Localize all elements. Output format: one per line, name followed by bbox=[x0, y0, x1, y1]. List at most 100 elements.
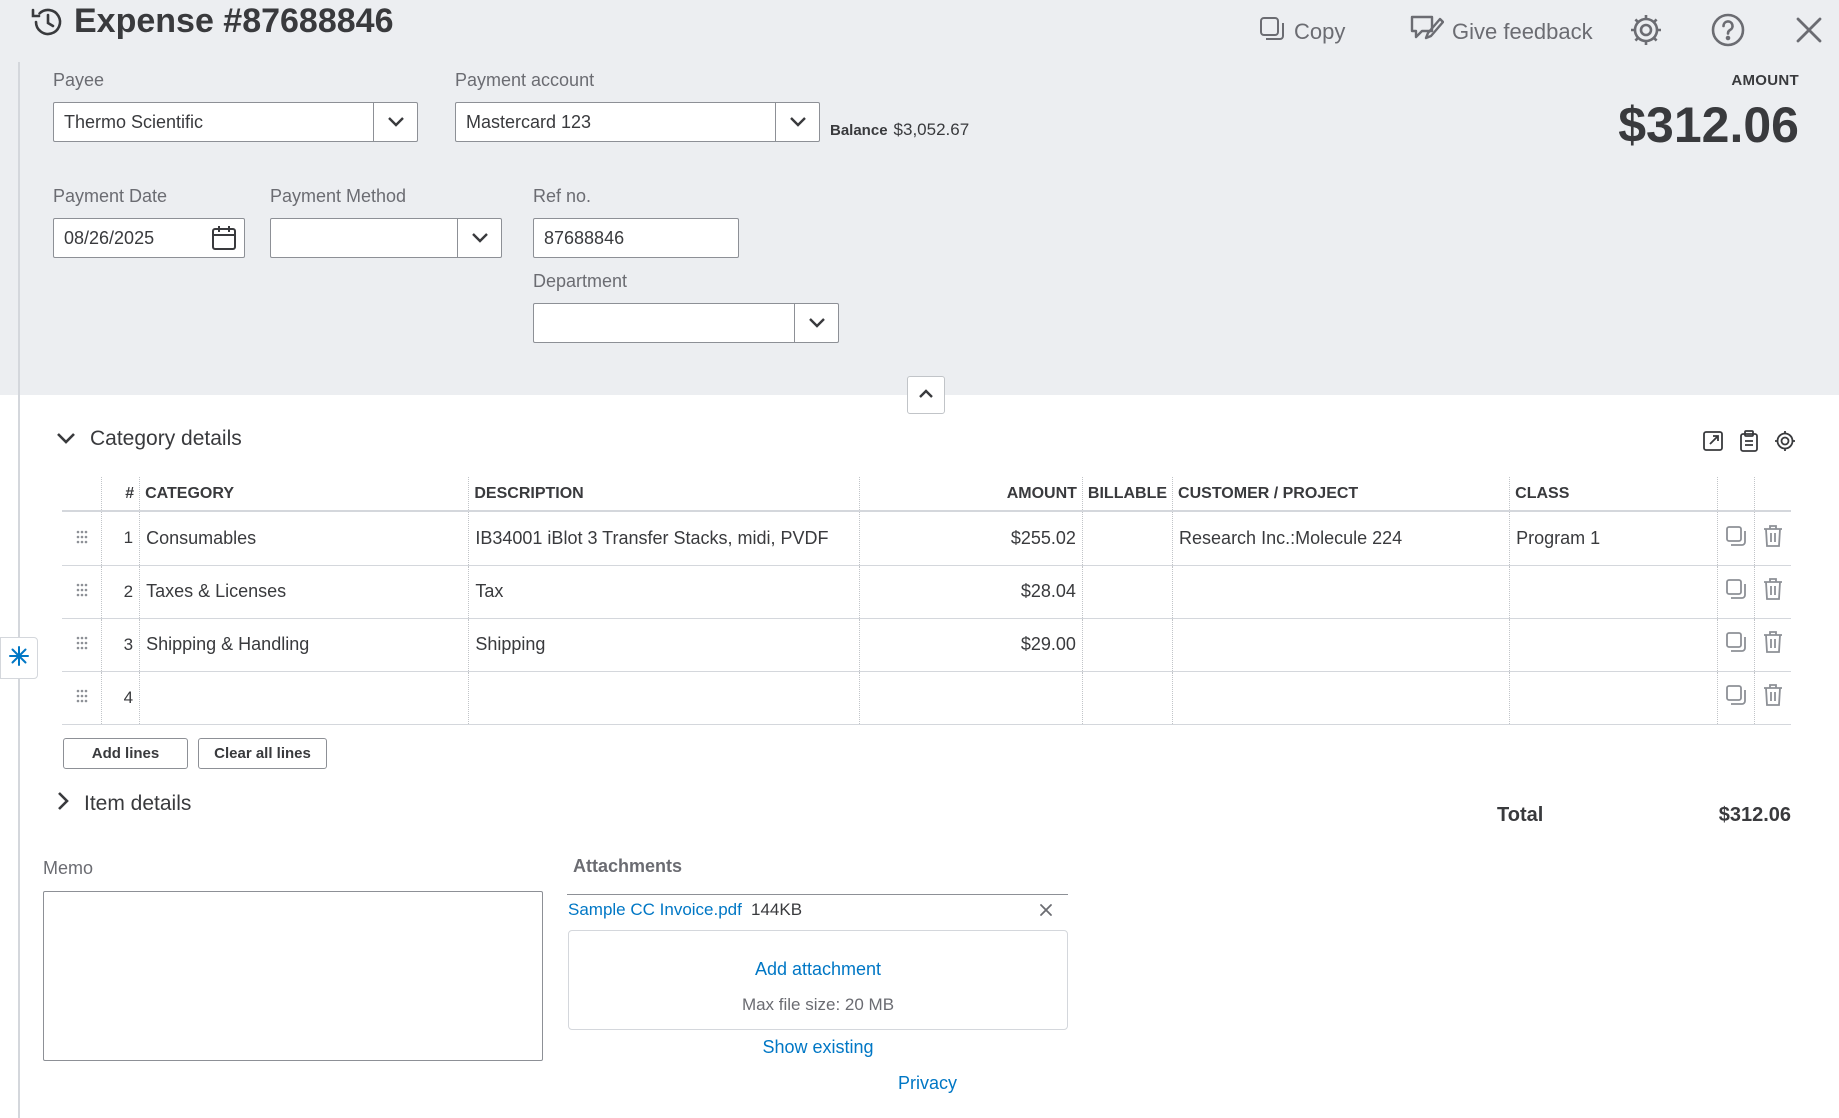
cell-class[interactable] bbox=[1509, 565, 1718, 619]
show-existing-link[interactable]: Show existing bbox=[568, 1037, 1068, 1058]
account-balance: Balance $3,052.67 bbox=[830, 120, 969, 140]
payment-account-value: Mastercard 123 bbox=[466, 111, 592, 132]
cell-class[interactable]: Program 1 bbox=[1509, 511, 1718, 566]
cell-category[interactable] bbox=[139, 671, 469, 725]
page-title: Expense #87688846 bbox=[74, 2, 394, 40]
cell-class[interactable] bbox=[1509, 618, 1718, 672]
close-icon[interactable] bbox=[1791, 12, 1827, 48]
table-row[interactable]: 4 bbox=[62, 671, 1791, 725]
attachments-divider bbox=[567, 894, 1068, 895]
category-details-toggle[interactable]: Category details bbox=[56, 427, 242, 451]
copy-row-icon[interactable] bbox=[1717, 671, 1755, 725]
remove-attachment-icon[interactable] bbox=[1036, 900, 1056, 920]
ref-no-input[interactable]: 87688846 bbox=[533, 218, 739, 258]
cell-amount[interactable] bbox=[858, 671, 1083, 725]
clear-all-lines-button[interactable]: Clear all lines bbox=[198, 738, 327, 769]
privacy-link[interactable]: Privacy bbox=[898, 1073, 957, 1094]
column-header-amount[interactable]: AMOUNT bbox=[858, 477, 1083, 512]
drag-handle-icon[interactable] bbox=[62, 565, 102, 619]
cell-customer-project[interactable] bbox=[1172, 618, 1510, 672]
cell-class[interactable] bbox=[1509, 671, 1718, 725]
payment-date-input[interactable]: 08/26/2025 bbox=[53, 218, 245, 258]
export-icon[interactable] bbox=[1700, 428, 1726, 454]
give-feedback-button[interactable]: Give feedback bbox=[1408, 14, 1593, 50]
cell-amount[interactable]: $28.04 bbox=[858, 565, 1083, 619]
payment-date-label: Payment Date bbox=[53, 186, 168, 206]
copy-button[interactable]: Copy bbox=[1258, 14, 1345, 50]
cell-amount[interactable]: $255.02 bbox=[858, 511, 1083, 566]
copy-row-icon[interactable] bbox=[1717, 618, 1755, 672]
add-lines-button[interactable]: Add lines bbox=[63, 738, 188, 769]
cell-description[interactable]: Shipping bbox=[468, 618, 860, 672]
cell-customer-project[interactable]: Research Inc.:Molecule 224 bbox=[1172, 511, 1510, 566]
chevron-down-icon bbox=[56, 427, 76, 451]
balance-value: $3,052.67 bbox=[893, 120, 970, 139]
drag-handle-icon[interactable] bbox=[62, 671, 102, 725]
cell-billable[interactable] bbox=[1081, 565, 1173, 619]
chevron-down-icon[interactable] bbox=[794, 304, 838, 342]
ref-no-label: Ref no. bbox=[533, 186, 592, 206]
side-assistant-button[interactable] bbox=[0, 637, 38, 679]
drag-handle-icon[interactable] bbox=[62, 618, 102, 672]
cell-description[interactable]: IB34001 iBlot 3 Transfer Stacks, midi, P… bbox=[468, 511, 860, 566]
sparkle-icon bbox=[8, 645, 30, 672]
column-header-number: # bbox=[101, 477, 140, 512]
copy-row-icon[interactable] bbox=[1717, 511, 1755, 566]
cell-customer-project[interactable] bbox=[1172, 565, 1510, 619]
chevron-down-icon[interactable] bbox=[457, 219, 501, 257]
gear-icon[interactable] bbox=[1628, 12, 1664, 48]
row-number: 3 bbox=[101, 618, 140, 672]
column-header-category[interactable]: CATEGORY bbox=[139, 477, 469, 512]
drag-handle-icon[interactable] bbox=[62, 511, 102, 566]
cell-description[interactable] bbox=[468, 671, 860, 725]
feedback-label: Give feedback bbox=[1452, 19, 1593, 44]
column-header-billable[interactable]: BILLABLE bbox=[1081, 477, 1173, 512]
memo-textarea[interactable] bbox=[43, 891, 543, 1061]
table-tools bbox=[1700, 428, 1798, 454]
cell-billable[interactable] bbox=[1081, 618, 1173, 672]
cell-billable[interactable] bbox=[1081, 511, 1173, 566]
payment-account-select[interactable]: Mastercard 123 bbox=[455, 102, 820, 142]
delete-row-icon[interactable] bbox=[1754, 565, 1791, 619]
payment-method-select[interactable] bbox=[270, 218, 502, 258]
attachment-file-link[interactable]: Sample CC Invoice.pdf bbox=[568, 900, 742, 920]
history-clock-icon[interactable] bbox=[28, 4, 66, 40]
attachment-dropzone[interactable]: Add attachment Max file size: 20 MB bbox=[568, 930, 1068, 1030]
table-row[interactable]: 3 Shipping & Handling Shipping $29.00 bbox=[62, 618, 1791, 672]
copy-row-icon[interactable] bbox=[1717, 565, 1755, 619]
column-header-customer-project[interactable]: CUSTOMER / PROJECT bbox=[1172, 477, 1510, 512]
item-details-toggle[interactable]: Item details bbox=[56, 791, 191, 817]
cell-description[interactable]: Tax bbox=[468, 565, 860, 619]
collapse-header-button[interactable] bbox=[907, 376, 945, 414]
delete-row-icon[interactable] bbox=[1754, 511, 1791, 566]
row-number: 1 bbox=[101, 511, 140, 566]
total-label: Total bbox=[1497, 804, 1544, 826]
cell-billable[interactable] bbox=[1081, 671, 1173, 725]
table-row[interactable]: 1 Consumables IB34001 iBlot 3 Transfer Sta… bbox=[62, 511, 1791, 566]
paste-icon[interactable] bbox=[1736, 428, 1762, 454]
amount-value: $312.06 bbox=[1618, 97, 1799, 153]
chevron-down-icon[interactable] bbox=[373, 103, 417, 141]
attachment-file-size: 144KB bbox=[751, 900, 803, 919]
table-settings-gear-icon[interactable] bbox=[1772, 428, 1798, 454]
cell-category[interactable]: Taxes & Licenses bbox=[139, 565, 469, 619]
chevron-down-icon[interactable] bbox=[775, 103, 819, 141]
column-header-description[interactable]: DESCRIPTION bbox=[468, 477, 860, 512]
cell-category[interactable]: Shipping & Handling bbox=[139, 618, 469, 672]
copy-label: Copy bbox=[1294, 19, 1346, 44]
drag-column-header bbox=[62, 477, 102, 512]
category-details-title: Category details bbox=[90, 427, 242, 450]
calendar-icon[interactable] bbox=[204, 219, 244, 257]
table-row[interactable]: 2 Taxes & Licenses Tax $28.04 bbox=[62, 565, 1791, 619]
department-select[interactable] bbox=[533, 303, 839, 343]
help-icon[interactable] bbox=[1710, 12, 1746, 48]
cell-amount[interactable]: $29.00 bbox=[858, 618, 1083, 672]
cell-customer-project[interactable] bbox=[1172, 671, 1510, 725]
cell-category[interactable]: Consumables bbox=[139, 511, 469, 566]
item-details-title: Item details bbox=[84, 792, 192, 815]
delete-row-icon[interactable] bbox=[1754, 671, 1791, 725]
delete-row-icon[interactable] bbox=[1754, 618, 1791, 672]
payee-select[interactable]: Thermo Scientific bbox=[53, 102, 418, 142]
column-header-class[interactable]: CLASS bbox=[1509, 477, 1718, 512]
add-attachment-link[interactable]: Add attachment bbox=[569, 959, 1067, 980]
